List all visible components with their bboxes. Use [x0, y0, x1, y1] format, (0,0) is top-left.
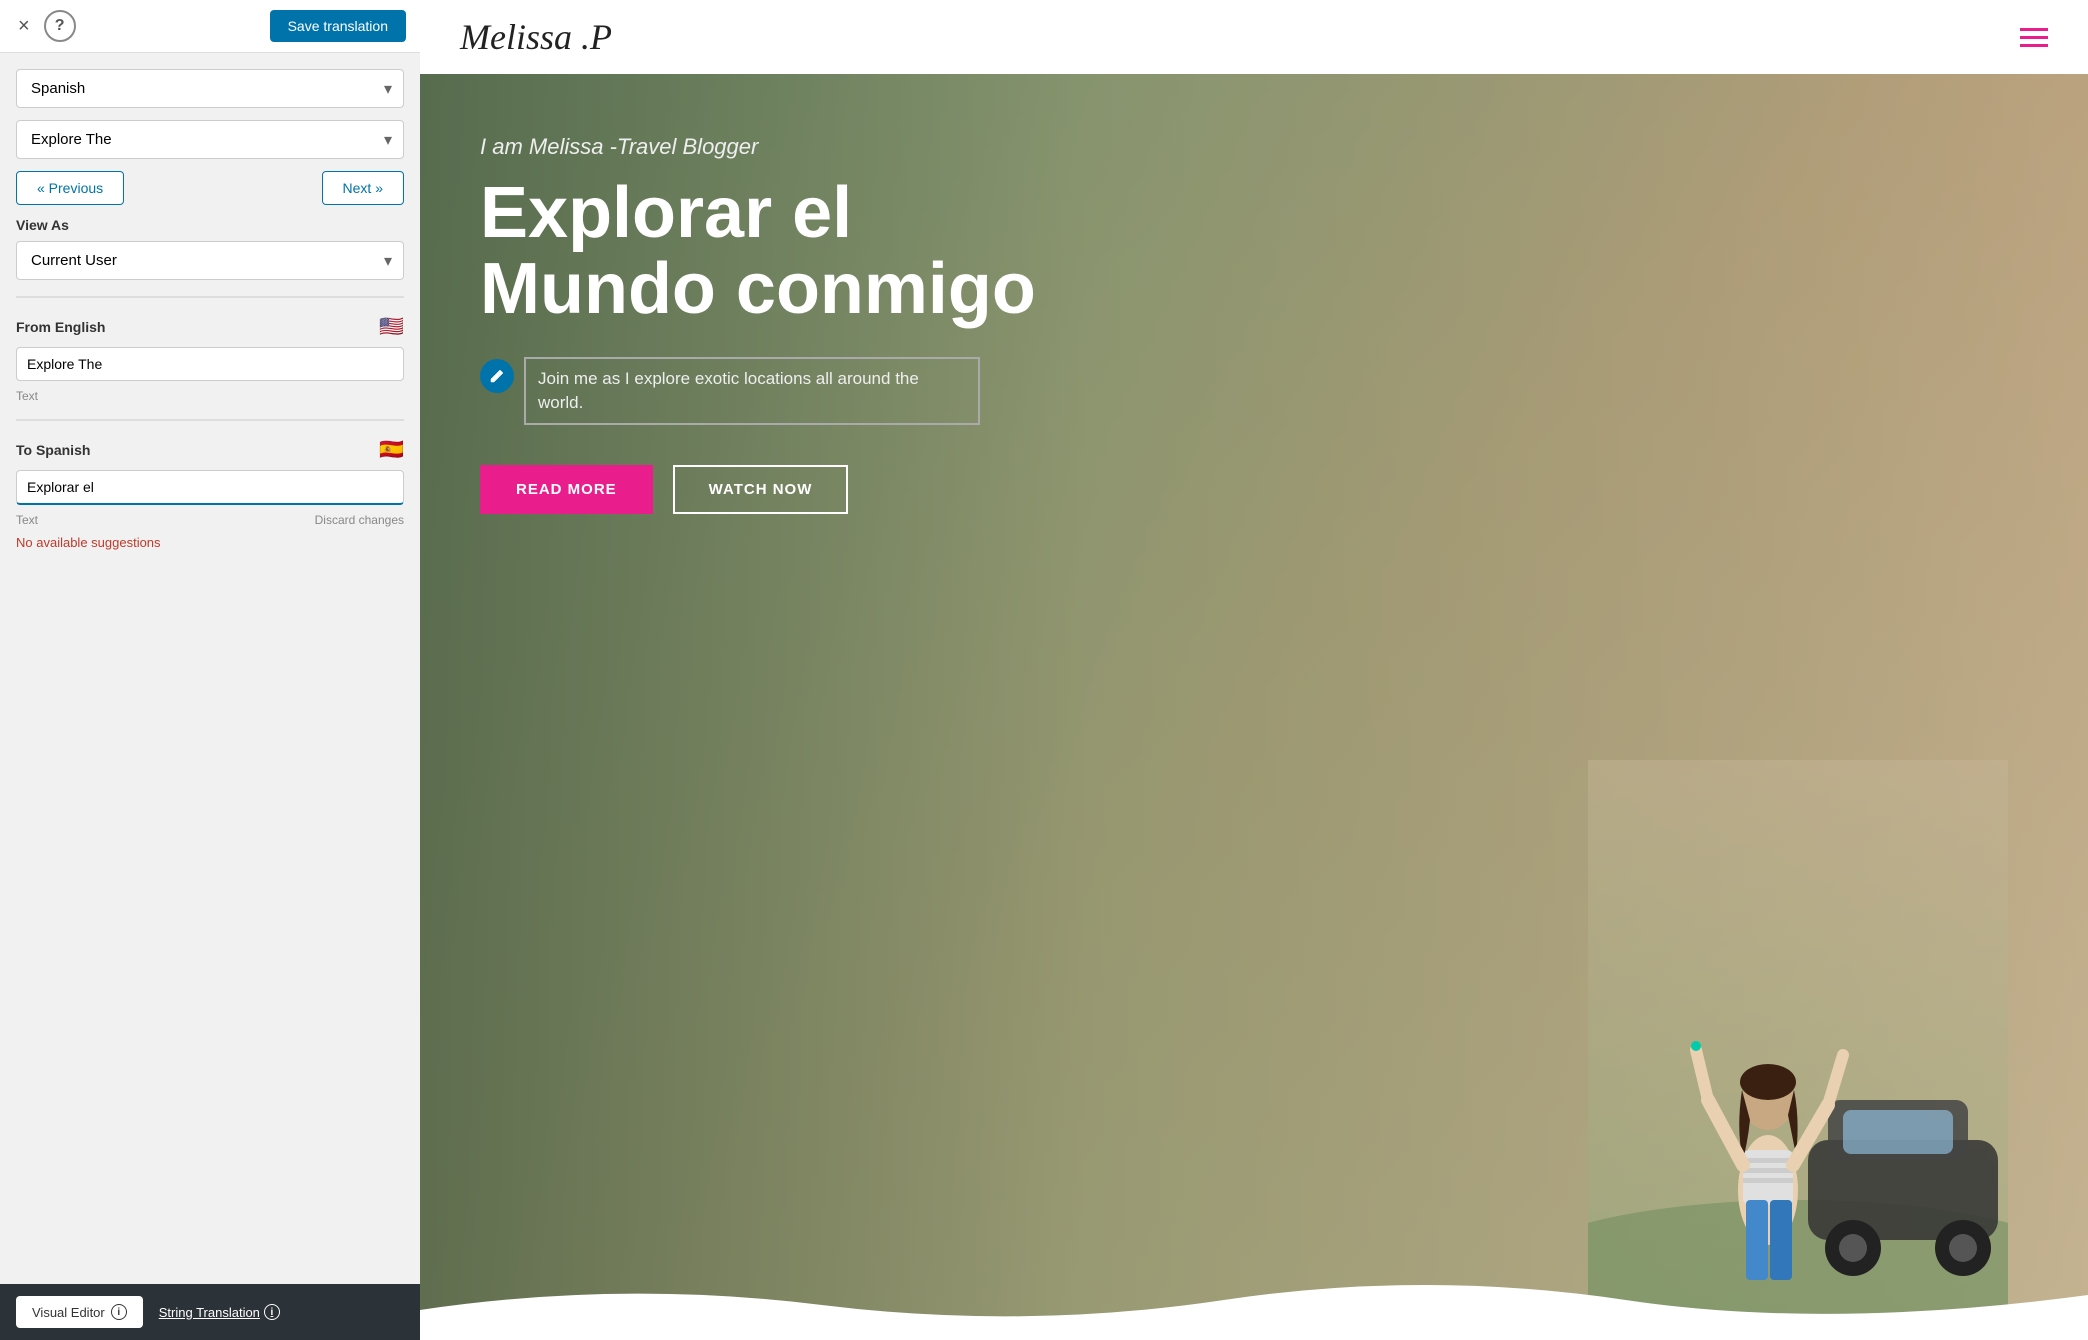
to-type-label: Text: [16, 513, 38, 527]
hero-buttons: READ MORE WATCH NOW: [480, 465, 1060, 514]
panel-body: Spanish French German Explore The Read M…: [0, 53, 420, 566]
view-as-select-wrapper: Current User Guest: [16, 241, 404, 280]
hero-subtitle: I am Melissa -Travel Blogger: [480, 134, 1060, 160]
hamburger-line-1: [2020, 28, 2048, 31]
from-english-label: From English: [16, 319, 105, 335]
save-translation-button[interactable]: Save translation: [270, 10, 406, 42]
left-panel: × ? Save translation Spanish French Germ…: [0, 0, 420, 1340]
hero-description-box: Join me as I explore exotic locations al…: [524, 357, 980, 425]
divider: [16, 296, 404, 298]
view-as-section: View As Current User Guest: [16, 217, 404, 280]
next-button[interactable]: Next »: [322, 171, 404, 205]
hero-title-line2: Mundo conmigo: [480, 249, 1036, 329]
language-select-wrapper: Spanish French German: [16, 69, 404, 108]
read-more-button[interactable]: READ MORE: [480, 465, 653, 514]
hero-section: I am Melissa -Travel Blogger Explorar el…: [420, 74, 2088, 1340]
string-select-wrapper: Explore The Read More Watch Now: [16, 120, 404, 159]
view-as-label: View As: [16, 217, 404, 233]
from-english-section: From English 🇺🇸 Text: [16, 314, 404, 403]
from-english-meta: Text: [16, 389, 404, 403]
hamburger-line-2: [2020, 36, 2048, 39]
string-translation-info-icon: i: [264, 1304, 280, 1320]
help-button[interactable]: ?: [44, 10, 76, 42]
hero-illustration: [1588, 760, 2008, 1340]
site-logo: Melissa .P: [460, 16, 612, 58]
english-flag: 🇺🇸: [379, 314, 404, 339]
hero-content: I am Melissa -Travel Blogger Explorar el…: [420, 74, 1120, 574]
edit-icon-circle[interactable]: [480, 359, 514, 393]
spanish-flag: 🇪🇸: [379, 437, 404, 462]
site-header: Melissa .P: [420, 0, 2088, 74]
view-as-select[interactable]: Current User Guest: [16, 241, 404, 280]
language-select[interactable]: Spanish French German: [16, 69, 404, 108]
close-button[interactable]: ×: [14, 11, 34, 42]
to-spanish-section: To Spanish 🇪🇸 Text Discard changes No av…: [16, 437, 404, 550]
watch-now-button[interactable]: WATCH NOW: [673, 465, 849, 514]
top-bar: × ? Save translation: [0, 0, 420, 53]
string-translation-tab[interactable]: String Translation i: [159, 1304, 280, 1320]
to-spanish-header: To Spanish 🇪🇸: [16, 437, 404, 462]
string-translation-label: String Translation: [159, 1305, 260, 1320]
hero-title-line1: Explorar el: [480, 173, 852, 253]
edit-icon: [489, 368, 505, 384]
divider-2: [16, 419, 404, 421]
to-spanish-label: To Spanish: [16, 442, 90, 458]
suggestions-label: No available suggestions: [16, 535, 404, 550]
right-panel: Melissa .P: [420, 0, 2088, 1340]
string-select[interactable]: Explore The Read More Watch Now: [16, 120, 404, 159]
hero-title: Explorar el Mundo conmigo: [480, 176, 1060, 327]
hamburger-menu-icon[interactable]: [2020, 28, 2048, 47]
hero-wave: [420, 1280, 2088, 1340]
to-spanish-input[interactable]: [16, 470, 404, 505]
visual-editor-label: Visual Editor: [32, 1305, 105, 1320]
discard-changes-link[interactable]: Discard changes: [315, 513, 404, 527]
hero-description-text: Join me as I explore exotic locations al…: [538, 369, 919, 412]
previous-button[interactable]: « Previous: [16, 171, 124, 205]
visual-editor-info-icon: i: [111, 1304, 127, 1320]
nav-buttons: « Previous Next »: [16, 171, 404, 205]
hamburger-line-3: [2020, 44, 2048, 47]
hero-description-wrapper: Join me as I explore exotic locations al…: [480, 357, 980, 425]
visual-editor-tab[interactable]: Visual Editor i: [16, 1296, 143, 1328]
to-spanish-meta: Text Discard changes: [16, 513, 404, 527]
from-type-label: Text: [16, 389, 38, 403]
from-english-input[interactable]: [16, 347, 404, 381]
from-english-header: From English 🇺🇸: [16, 314, 404, 339]
bottom-bar: Visual Editor i String Translation i: [0, 1284, 420, 1340]
